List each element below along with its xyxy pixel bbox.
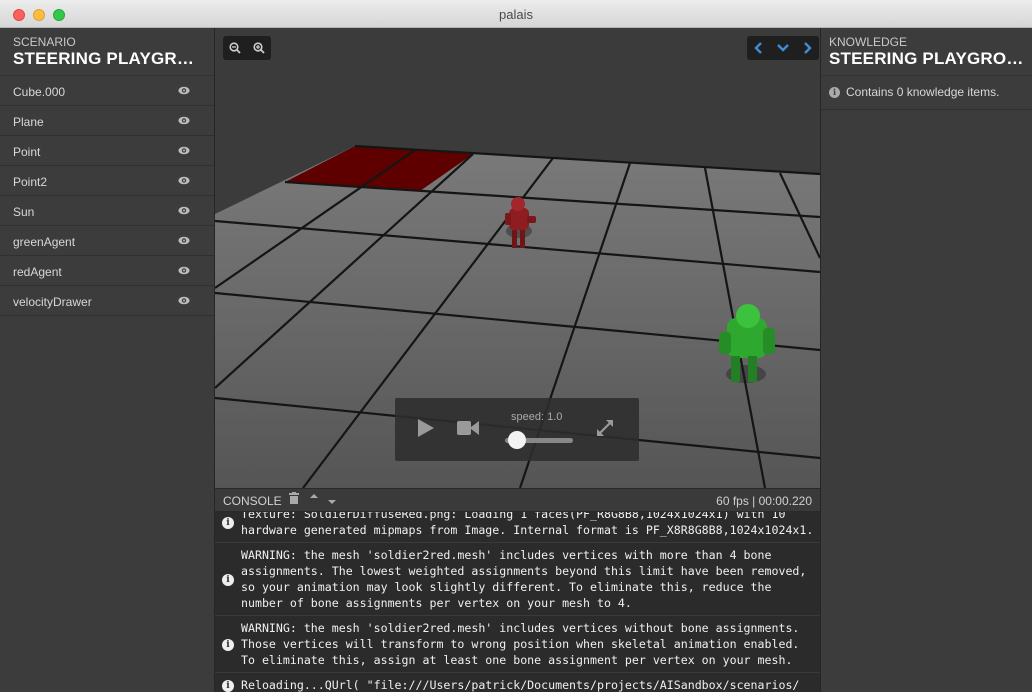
scenario-header: SCENARIO STEERING PLAYGROUND: [0, 28, 214, 76]
video-camera-icon: [457, 421, 479, 435]
camera-menu-button[interactable]: [771, 36, 795, 60]
camera-nav-controls: [747, 36, 819, 60]
eye-icon[interactable]: [178, 146, 190, 155]
scenario-panel: SCENARIO STEERING PLAYGROUND Cube.000 Pla…: [0, 28, 215, 692]
fps-counter: 60 fps | 00:00.220: [716, 494, 812, 508]
knowledge-panel: KNOWLEDGE STEERING PLAYGROU... i Contain…: [820, 28, 1032, 692]
next-camera-button[interactable]: [795, 36, 819, 60]
chevron-left-icon: [754, 42, 762, 54]
speed-slider-handle[interactable]: [507, 431, 526, 449]
scene-object-item[interactable]: greenAgent: [0, 226, 214, 256]
speed-label: speed: 1.0: [511, 411, 563, 423]
console-log-entry: i Reloading...QUrl( "file:///Users/patric…: [215, 673, 820, 692]
scene-object-label: Sun: [13, 205, 35, 219]
scene-object-label: Point: [13, 145, 41, 159]
window-title: palais: [499, 7, 533, 22]
caret-up-icon: [310, 494, 318, 498]
eye-icon[interactable]: [178, 86, 190, 95]
scene-object-item[interactable]: Plane: [0, 106, 214, 136]
3d-viewport[interactable]: speed: 1.0: [215, 28, 820, 488]
scroll-down-button[interactable]: [327, 497, 337, 509]
record-camera-button[interactable]: [457, 420, 481, 438]
zoom-in-icon: [253, 42, 265, 54]
console-log-entry: i WARNING: the mesh 'soldier2red.mesh' in…: [215, 543, 820, 616]
eye-icon[interactable]: [178, 296, 190, 305]
zoom-out-button[interactable]: [223, 36, 247, 60]
scene-object-list: Cube.000 Plane Point Point2 Sun greenAgent red…: [0, 76, 214, 316]
knowledge-info-row: i Contains 0 knowledge items.: [821, 76, 1032, 110]
expand-icon: [597, 420, 613, 436]
eye-icon[interactable]: [178, 266, 190, 275]
knowledge-header: KNOWLEDGE STEERING PLAYGROU...: [821, 28, 1032, 76]
console-log-text: WARNING: the mesh 'soldier2red.mesh' inc…: [241, 621, 800, 667]
scene-object-item[interactable]: velocityDrawer: [0, 286, 214, 316]
console-log-text: Texture: SoldierDiffuseRed.png: Loading …: [241, 512, 814, 537]
fullscreen-button[interactable]: [595, 418, 617, 440]
info-icon: i: [222, 638, 234, 651]
play-button[interactable]: [417, 418, 437, 440]
zoom-controls: [223, 36, 271, 60]
scenario-kicker: SCENARIO: [13, 35, 76, 49]
playback-controls: speed: 1.0: [395, 398, 639, 461]
scene-object-item[interactable]: redAgent: [0, 256, 214, 286]
scene-object-item[interactable]: Cube.000: [0, 76, 214, 106]
eye-icon[interactable]: [178, 116, 190, 125]
window-titlebar: palais: [0, 0, 1032, 28]
zoom-in-button[interactable]: [247, 36, 271, 60]
chevron-right-icon: [804, 42, 812, 54]
zoom-out-icon: [229, 42, 241, 54]
caret-down-icon: [328, 500, 336, 504]
scene-object-item[interactable]: Sun: [0, 196, 214, 226]
play-icon: [418, 419, 434, 437]
console-log-text: WARNING: the mesh 'soldier2red.mesh' inc…: [241, 548, 807, 610]
console-toolbar: CONSOLE 60 fps | 00:00.220: [215, 488, 820, 512]
info-icon: i: [222, 679, 234, 692]
console-log[interactable]: i Texture: SoldierDiffuseRed.png: Loading…: [215, 512, 820, 692]
console-label: CONSOLE: [223, 494, 282, 508]
console-log-entry: i Texture: SoldierDiffuseRed.png: Loading…: [215, 512, 820, 543]
scene-object-item[interactable]: Point2: [0, 166, 214, 196]
scene-object-label: velocityDrawer: [13, 295, 92, 309]
clear-console-button[interactable]: [289, 492, 299, 507]
scene-object-label: redAgent: [13, 265, 62, 279]
previous-camera-button[interactable]: [747, 36, 771, 60]
eye-icon[interactable]: [178, 176, 190, 185]
eye-icon[interactable]: [178, 206, 190, 215]
scroll-up-button[interactable]: [309, 491, 319, 503]
scenario-title: STEERING PLAYGROUND: [13, 49, 201, 68]
scene-object-label: Point2: [13, 175, 48, 189]
trash-icon: [289, 492, 299, 504]
scene-object-label: Cube.000: [13, 85, 66, 99]
chevron-down-icon: [777, 44, 789, 52]
info-icon: i: [222, 573, 234, 586]
knowledge-title: STEERING PLAYGROU...: [829, 49, 1024, 68]
knowledge-kicker: KNOWLEDGE: [829, 35, 908, 49]
console-log-entry: i WARNING: the mesh 'soldier2red.mesh' in…: [215, 616, 820, 673]
eye-icon[interactable]: [178, 236, 190, 245]
info-icon: i: [829, 87, 840, 98]
scene-object-item[interactable]: Point: [0, 136, 214, 166]
info-icon: i: [222, 516, 234, 529]
console-log-text: Reloading...QUrl( "file:///Users/patrick…: [241, 678, 800, 692]
scene-object-label: Plane: [13, 115, 44, 129]
knowledge-info-text: Contains 0 knowledge items.: [846, 85, 1000, 99]
scene-object-label: greenAgent: [13, 235, 76, 249]
